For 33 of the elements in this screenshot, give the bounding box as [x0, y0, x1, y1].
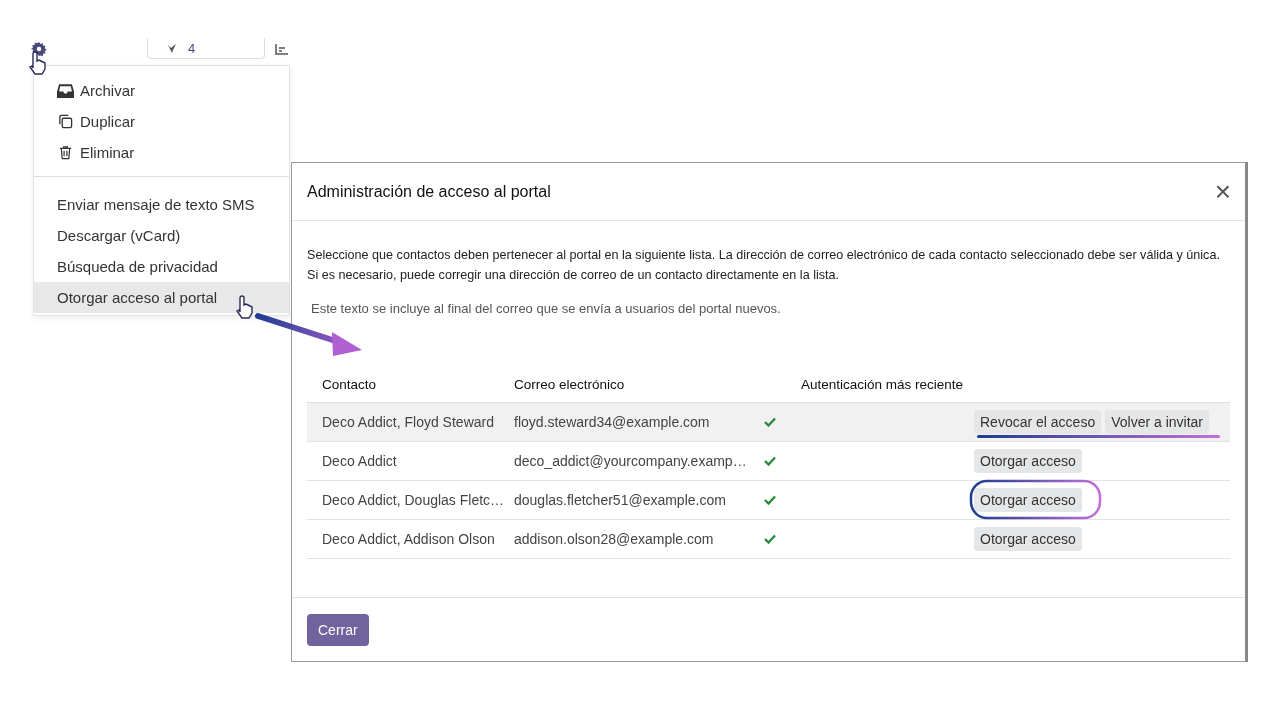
action-button[interactable]: Revocar el acceso	[974, 410, 1102, 434]
table-cell: douglas.fletcher51@example.com	[514, 492, 726, 508]
menu-item[interactable]: Búsqueda de privacidad	[34, 251, 289, 282]
menu-item[interactable]: Archivar	[34, 75, 289, 106]
table-row[interactable]: Deco Addict, Douglas Fletc… douglas.fletcher51@example.com Otorgar acceso	[307, 480, 1230, 520]
intro-text: Seleccione que contactos deben pertenecer al portal en la siguiente lista. La dirección de correo electrónico de cada contacto seleccionado debe ser válida y única. Si es necesario, puede corregir una dirección de correo de un contacto directamente en la lista.	[307, 247, 1221, 284]
table-cell: Deco Addict, Floyd Steward	[322, 414, 494, 430]
table-row[interactable]: Deco Addict, Floyd Steward floyd.steward34@example.com Revocar el acceso Volver a invitar	[307, 402, 1230, 442]
table-row[interactable]: Deco Addict deco_addict@yourcompany.examp… Otorgar acceso	[307, 441, 1230, 481]
table-cell: floyd.steward34@example.com	[514, 414, 710, 430]
table-cell: Deco Addict, Douglas Fletc…	[322, 492, 505, 508]
column-header: Autenticación más reciente	[786, 366, 966, 403]
column-header: Correo electrónico	[510, 366, 756, 403]
table-cell: Deco Addict	[322, 453, 397, 469]
close-button[interactable]: ×	[1214, 177, 1231, 206]
table-cell: addison.olson28@example.com	[514, 531, 714, 547]
dialog-title: Administración de acceso al portal	[307, 182, 551, 201]
action-button[interactable]: Otorgar acceso	[974, 527, 1082, 551]
action-button[interactable]: Otorgar acceso	[974, 488, 1082, 512]
note-text: Este texto se incluye al final del correo que se envía a usuarios del portal nuevos.	[311, 301, 782, 316]
action-button[interactable]: Otorgar acceso	[974, 449, 1082, 473]
menu-item[interactable]: Duplicar	[34, 106, 289, 137]
activity-button[interactable]: 4	[147, 38, 265, 59]
action-button[interactable]: Volver a invitar	[1105, 410, 1209, 434]
column-header: Contacto	[307, 366, 510, 403]
table-row[interactable]: Deco Addict, Addison Olson addison.olson28@example.com Otorgar acceso	[307, 519, 1230, 559]
menu-item[interactable]: Enviar mensaje de texto SMS	[34, 189, 289, 220]
menu-item[interactable]: Eliminar	[34, 137, 289, 168]
table-cell: deco_addict@yourcompany.examp…	[514, 453, 747, 469]
menu-item[interactable]: Otorgar acceso al portal	[34, 282, 289, 313]
menu-item[interactable]: Descargar (vCard)	[34, 220, 289, 251]
table-cell: Deco Addict, Addison Olson	[322, 531, 495, 547]
close-dialog-button[interactable]: Cerrar	[307, 613, 369, 646]
